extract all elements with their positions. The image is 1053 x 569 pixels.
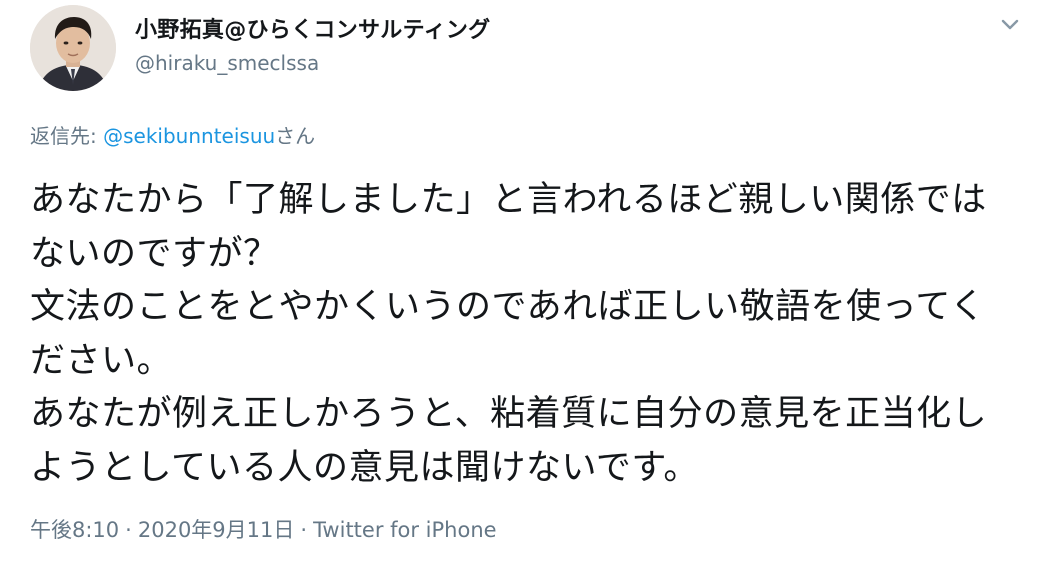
tweet-source-link[interactable]: Twitter for iPhone: [313, 518, 497, 542]
meta-separator: ·: [125, 518, 132, 542]
tweet-metadata: 午後8:10 · 2020年9月11日 · Twitter for iPhone: [30, 514, 497, 544]
avatar[interactable]: [30, 5, 116, 91]
reply-context: 返信先: @sekibunnteisuuさん: [30, 120, 315, 149]
author-display-name[interactable]: 小野拓真@ひらくコンサルティング: [135, 12, 490, 44]
tweet-time-link[interactable]: 午後8:10: [30, 518, 119, 542]
author-handle[interactable]: @hiraku_smeclssa: [135, 51, 319, 75]
tweet-card: 小野拓真@ひらくコンサルティング @hiraku_smeclssa 返信先: @…: [0, 0, 1053, 569]
profile-photo: [30, 5, 116, 91]
meta-separator: ·: [300, 518, 308, 542]
tweet-text: あなたから「了解しました」と言われるほど親しい関係ではないのですが？ 文法のこと…: [30, 180, 988, 488]
reply-suffix: さん: [275, 124, 316, 148]
reply-mention-link[interactable]: @sekibunnteisuu: [103, 124, 275, 148]
tweet-date-link[interactable]: 2020年9月11日: [138, 518, 295, 542]
chevron-down-icon[interactable]: [996, 15, 1024, 35]
reply-prefix: 返信先:: [30, 124, 104, 148]
